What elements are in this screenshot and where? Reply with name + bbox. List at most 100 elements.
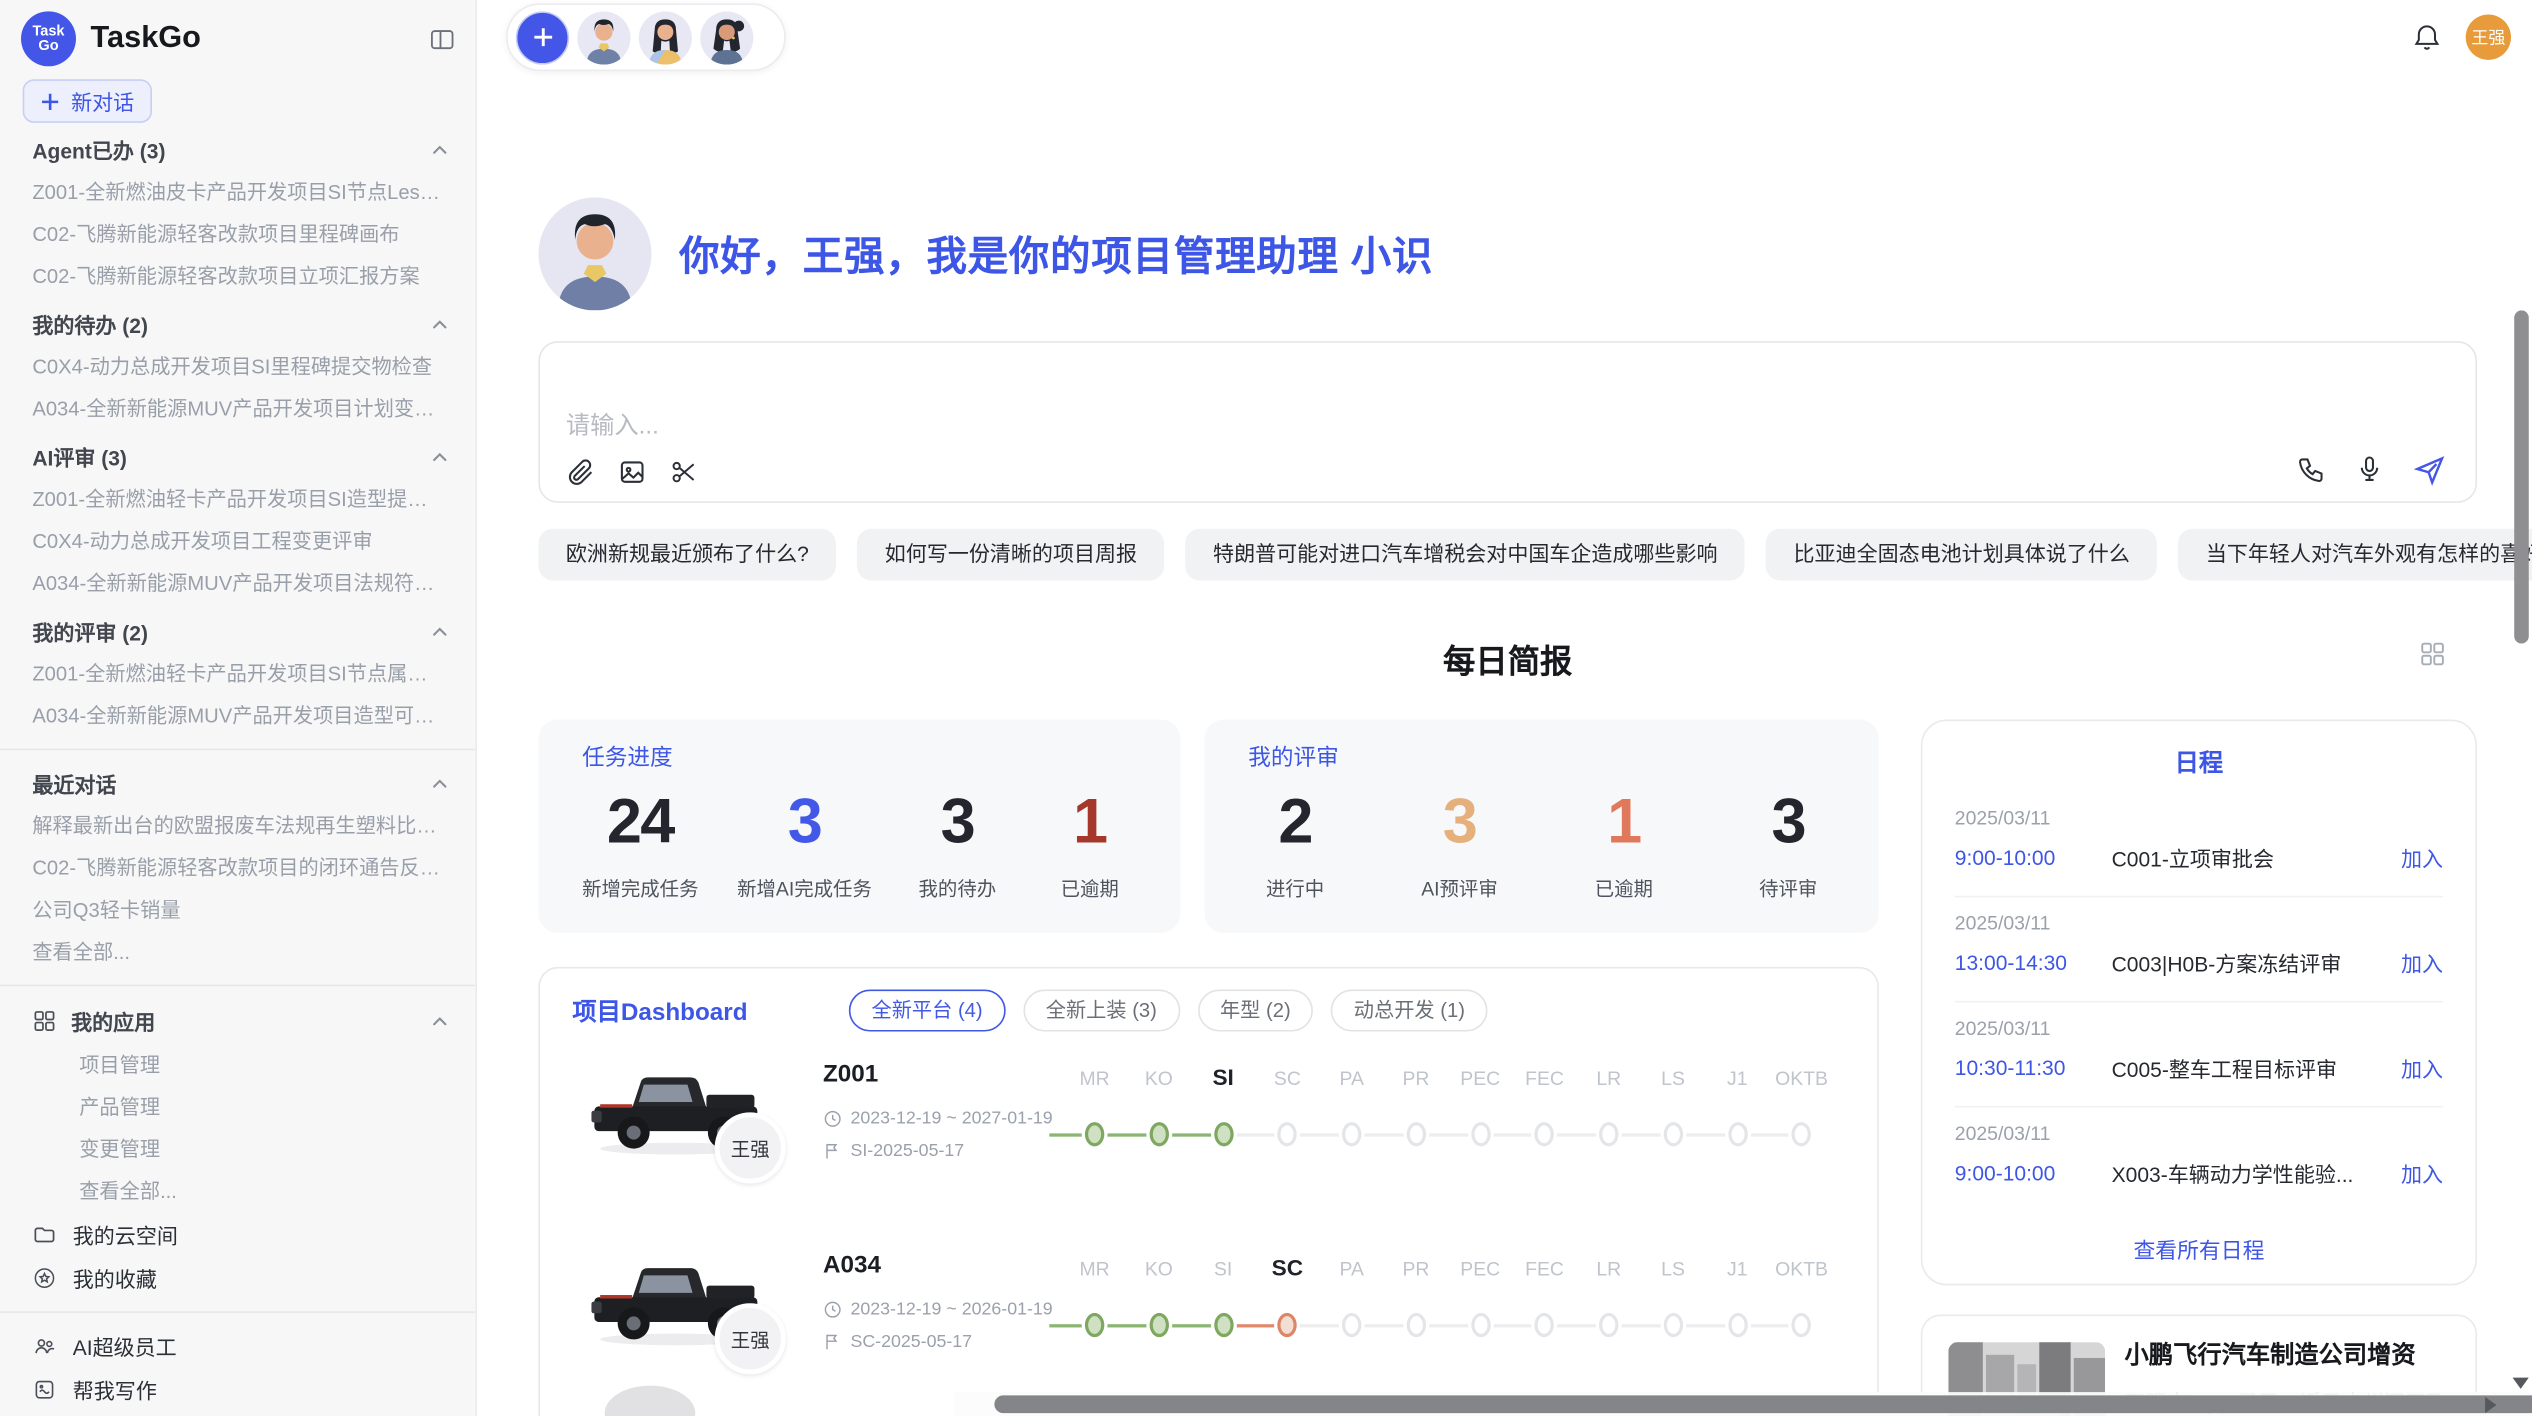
milestone-label-PR: PR (1379, 1258, 1453, 1281)
recent-chats[interactable]: 最近对话 (0, 762, 475, 806)
microphone-icon[interactable] (2354, 454, 2385, 485)
recent-chat-item-4[interactable]: 查看全部... (0, 931, 475, 973)
schedule-row: 9:00-10:00X003-车辆动力学性能验...加入 (1955, 1158, 2443, 1189)
sidebar-section-3-item-3[interactable]: A034-全新新能源MUV产品开发项目法规符合性评审 (0, 563, 475, 605)
project-node: SC-2025-05-17 (823, 1332, 972, 1351)
news-title: 小鹏飞行汽车制造公司增资 (2125, 1342, 2450, 1371)
daily-briefing-title: 每日简报 (538, 635, 2477, 682)
sidebar-section-4[interactable]: 我的评审 (2) (0, 610, 475, 654)
sidebar-section-2[interactable]: 我的待办 (2) (0, 302, 475, 346)
layout-grid-icon[interactable] (2419, 640, 2446, 667)
recent-chat-item-2[interactable]: C02-飞腾新能源轻客改款项目的闭环通告反馈情况 (0, 847, 475, 889)
scissors-icon[interactable] (669, 458, 698, 487)
phone-icon[interactable] (2296, 454, 2327, 485)
schedule-item-4: 2025/03/119:00-10:00X003-车辆动力学性能验...加入 (1955, 1108, 2443, 1211)
dashboard-tabs: 全新平台 (4) 全新上装 (3) 年型 (2) 动总开发 (1) (849, 990, 1506, 1032)
chevron-up-icon (430, 140, 449, 159)
recent-chat-item-3[interactable]: 公司Q3轻卡销量 (0, 889, 475, 931)
contact-avatar-3[interactable] (700, 11, 753, 64)
stat-label: 已逾期 (1577, 874, 1671, 901)
folder-icon (32, 1222, 56, 1246)
view-all-schedule-link[interactable]: 查看所有日程 (1922, 1232, 2475, 1264)
my-apps-label: 我的应用 (71, 1006, 415, 1037)
app-item-4[interactable]: 查看全部... (0, 1171, 475, 1213)
sidebar-section-1-item-1[interactable]: Z001-全新燃油皮卡产品开发项目SI节点Lesson Learn报告 (0, 171, 475, 213)
topbar-right: 王强 (2411, 15, 2511, 60)
sidebar-section-1-item-3[interactable]: C02-飞腾新能源轻客改款项目立项汇报方案 (0, 255, 475, 297)
milestone-dot-MR (1085, 1313, 1104, 1337)
new-chat-label: 新对话 (71, 86, 134, 117)
sidebar-item-library-2[interactable]: 我的收藏 (0, 1256, 475, 1300)
scroll-right-arrow[interactable] (2485, 1397, 2496, 1413)
app-item-2[interactable]: 产品管理 (0, 1087, 475, 1129)
user-avatar[interactable]: 王强 (2466, 15, 2511, 60)
sidebar-section-1-item-2[interactable]: C02-飞腾新能源轻客改款项目里程碑画布 (0, 213, 475, 255)
sidebar-section-1[interactable]: Agent已办 (3) (0, 128, 475, 172)
project-row-Z001[interactable]: 王强Z0012023-12-19 ~ 2027-01-19SI-2025-05-… (540, 1041, 1877, 1222)
sidebar-section-2-item-2[interactable]: A034-全新新能源MUV产品开发项目计划变更表编写 (0, 388, 475, 430)
dashboard-tab-4[interactable]: 动总开发 (1) (1331, 990, 1487, 1032)
sidebar-section-4-item-2[interactable]: A034-全新新能源MUV产品开发项目造型可行性评审 (0, 695, 475, 737)
schedule-title: 日程 (1922, 745, 2475, 779)
milestone-dot-PR (1406, 1313, 1425, 1337)
sidebar-section-2-item-1[interactable]: C0X4-动力总成开发项目SI里程碑提交物检查 (0, 346, 475, 388)
milestone-dot-FEC (1535, 1313, 1554, 1337)
recent-chat-item-1[interactable]: 解释最新出台的欧盟报废车法规再生塑料比例被调至15%... (0, 805, 475, 847)
daily-stats-row: 任务进度24新增完成任务3新增AI完成任务3我的待办1已逾期我的评审2进行中3A… (538, 720, 1878, 933)
sidebar-item-library-1[interactable]: 我的云空间 (0, 1213, 475, 1257)
app-title: TaskGo (91, 21, 429, 57)
dashboard-tab-1[interactable]: 全新平台 (4) (849, 990, 1005, 1032)
dashboard-tab-3[interactable]: 年型 (2) (1197, 990, 1313, 1032)
stat-1-4: 1已逾期 (1043, 787, 1137, 902)
stat-value: 3 (910, 787, 1004, 860)
send-icon[interactable] (2412, 453, 2446, 487)
suggestion-chip-5[interactable]: 当下年轻人对汽车外观有怎样的喜好趋势 (2178, 529, 2532, 581)
join-meeting-link[interactable]: 加入 (2401, 1158, 2443, 1189)
horizontal-scrollbar-track[interactable] (954, 1392, 2532, 1416)
suggestion-chip-4[interactable]: 比亚迪全固态电池计划具体说了什么 (1766, 529, 2157, 581)
sidebar-item-tool-1[interactable]: AI超级员工 (0, 1324, 475, 1368)
sidebar-section-3[interactable]: AI评审 (3) (0, 435, 475, 479)
milestone-dot-J1 (1728, 1313, 1747, 1337)
stat-1-2: 3新增AI完成任务 (737, 787, 872, 902)
vertical-scrollbar-thumb[interactable] (2514, 310, 2529, 643)
greeting-block: 你好，王强，我是你的项目管理助理 小识 (538, 197, 1433, 310)
schedule-date: 2025/03/11 (1955, 1017, 2443, 1040)
join-meeting-link[interactable]: 加入 (2401, 1053, 2443, 1084)
attachment-icon[interactable] (566, 458, 595, 487)
project-node: SI-2025-05-17 (823, 1142, 964, 1161)
composer-right-tools (2296, 453, 2446, 487)
sidebar-section-4-item-1[interactable]: Z001-全新燃油轻卡产品开发项目SI节点属性5D文件评审 (0, 653, 475, 695)
milestone-label-J1: J1 (1700, 1067, 1774, 1090)
image-icon[interactable] (618, 458, 647, 487)
sidebar-section-3-item-2[interactable]: C0X4-动力总成开发项目工程变更评审 (0, 521, 475, 563)
app-item-1[interactable]: 项目管理 (0, 1044, 475, 1086)
chevron-up-icon (430, 622, 449, 641)
project-row-A034[interactable]: 王强A0342023-12-19 ~ 2026-01-19SC-2025-05-… (540, 1232, 1877, 1413)
schedule-date: 2025/03/11 (1955, 912, 2443, 935)
composer-placeholder: 请输入... (566, 407, 659, 441)
new-chat-button[interactable]: 新对话 (23, 79, 152, 123)
suggestion-chip-3[interactable]: 特朗普可能对进口汽车增税会对中国车企造成哪些影响 (1186, 529, 1745, 581)
sidebar-item-my-apps[interactable]: 我的应用 (0, 998, 475, 1045)
horizontal-scrollbar-thumb[interactable] (994, 1395, 2532, 1413)
suggestion-chip-2[interactable]: 如何写一份清晰的项目周报 (857, 529, 1164, 581)
notifications-bell-icon[interactable] (2411, 21, 2443, 53)
collapse-sidebar-icon[interactable] (428, 25, 455, 52)
sidebar-item-tool-2[interactable]: 帮我写作 (0, 1368, 475, 1412)
contact-avatar-1[interactable] (577, 11, 630, 64)
scroll-down-arrow[interactable] (2513, 1378, 2529, 1389)
suggestion-chip-1[interactable]: 欧洲新规最近颁布了什么? (538, 529, 836, 581)
milestone-dot-LS (1663, 1313, 1682, 1337)
sidebar-item-tool-3[interactable]: 创意制图 (0, 1412, 475, 1416)
add-contact-button[interactable] (516, 11, 569, 64)
join-meeting-link[interactable]: 加入 (2401, 947, 2443, 978)
contact-avatar-2[interactable] (639, 11, 692, 64)
join-meeting-link[interactable]: 加入 (2401, 842, 2443, 873)
dashboard-tab-2[interactable]: 全新上装 (3) (1023, 990, 1179, 1032)
message-composer[interactable]: 请输入... (538, 341, 2477, 503)
milestone-dot-SC (1278, 1313, 1297, 1337)
sidebar-section-2-label: 我的待办 (2) (32, 309, 430, 340)
sidebar-section-3-item-1[interactable]: Z001-全新燃油轻卡产品开发项目SI造型提交物评审 (0, 479, 475, 521)
app-item-3[interactable]: 变更管理 (0, 1129, 475, 1171)
